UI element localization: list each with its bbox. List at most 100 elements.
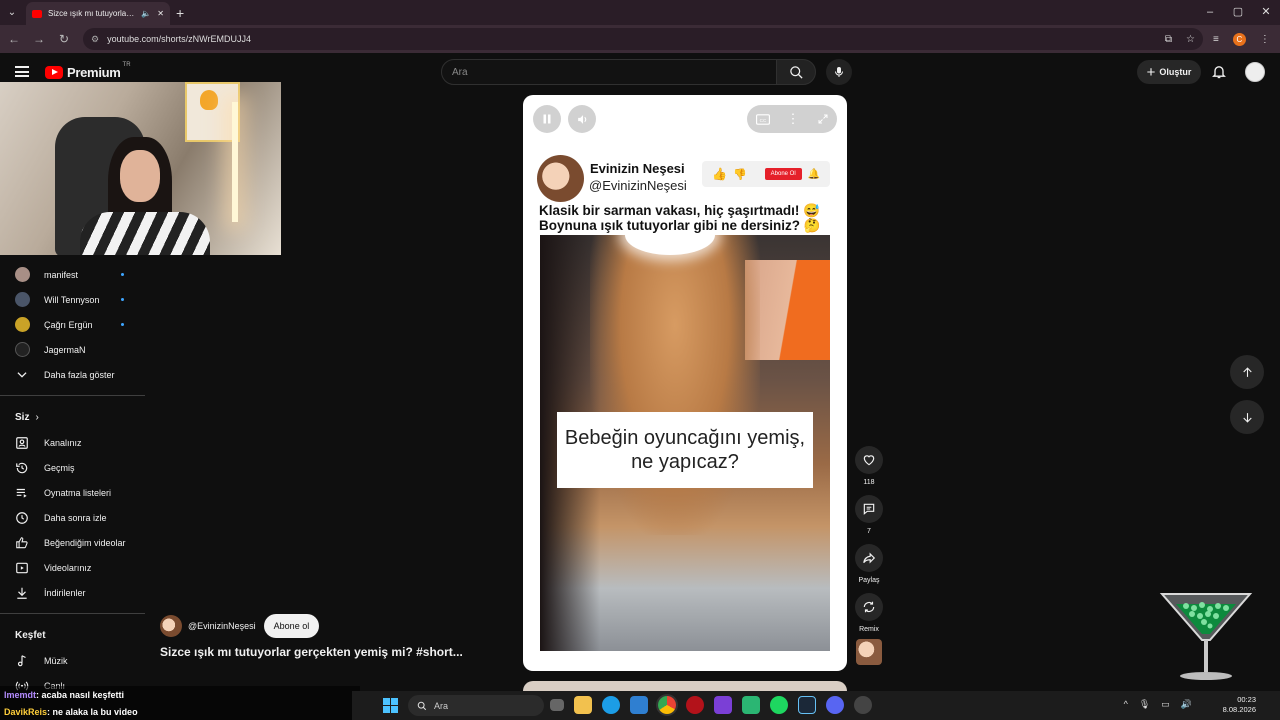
- maximize-button[interactable]: ▢: [1224, 0, 1252, 25]
- subscribe-button[interactable]: Abone ol: [263, 614, 320, 638]
- previous-short-button[interactable]: [1230, 355, 1264, 389]
- chat-text: : ne alaka la bu video: [47, 706, 138, 717]
- clock-time: 00:23: [1237, 695, 1256, 704]
- file-explorer-icon[interactable]: [574, 696, 592, 714]
- sidebar-item-label: Kanalınız: [44, 437, 82, 448]
- volume-button[interactable]: [568, 105, 596, 133]
- forward-button[interactable]: →: [28, 32, 50, 46]
- volume-tray-icon[interactable]: 🔊: [1181, 699, 1192, 710]
- new-tab-button[interactable]: +: [176, 5, 184, 21]
- remix-action[interactable]: Remix: [855, 593, 883, 633]
- search-button[interactable]: [776, 59, 816, 85]
- next-short-preview[interactable]: [523, 681, 847, 691]
- steam-icon[interactable]: [798, 696, 816, 714]
- edge-icon[interactable]: [602, 696, 620, 714]
- section-heading: Keşfet: [15, 629, 46, 641]
- tray-expand-icon[interactable]: ^: [1124, 699, 1128, 710]
- video-editor-icon[interactable]: [714, 696, 732, 714]
- like-button[interactable]: [855, 446, 883, 474]
- speaker-icon[interactable]: 🔈: [141, 9, 151, 18]
- sidebar-item-your-channel[interactable]: Kanalınız: [0, 430, 145, 455]
- menu-icon[interactable]: [15, 66, 29, 77]
- record-app-icon[interactable]: [686, 696, 704, 714]
- chrome-icon[interactable]: [658, 696, 676, 714]
- cast-icon[interactable]: ⧉: [1165, 34, 1172, 45]
- tab-close-icon[interactable]: ✕: [157, 9, 164, 18]
- downloads-icon: [0, 586, 44, 600]
- minimize-button[interactable]: –: [1196, 0, 1224, 25]
- sidebar-item-playlists[interactable]: Oynatma listeleri: [0, 480, 145, 505]
- comments-button[interactable]: [855, 495, 883, 523]
- sound-thumbnail[interactable]: [856, 639, 882, 665]
- like-count: 118: [863, 479, 875, 486]
- sidebar-item-liked-videos[interactable]: Beğendiğim videolar: [0, 530, 145, 555]
- short-title[interactable]: Sizce ışık mı tutuyorlar gerçekten yemiş…: [160, 645, 463, 659]
- sidebar-divider: [0, 613, 145, 614]
- account-avatar[interactable]: [1245, 62, 1265, 82]
- play-store-icon[interactable]: [742, 696, 760, 714]
- voice-search-button[interactable]: [826, 59, 852, 85]
- sidebar-item-music[interactable]: Müzik: [0, 648, 145, 673]
- share-action[interactable]: Paylaş: [855, 544, 883, 584]
- discord-icon[interactable]: [826, 696, 844, 714]
- spotify-icon[interactable]: [770, 696, 788, 714]
- next-short-button[interactable]: [1230, 400, 1264, 434]
- url-field[interactable]: ⚙ youtube.com/shorts/zNWrEMDUJJ4 ⧉ ☆: [83, 28, 1203, 50]
- extensions-icon[interactable]: ≡: [1213, 34, 1219, 45]
- sidebar-item-downloads[interactable]: İndirilenler: [0, 580, 145, 605]
- windows-start-icon[interactable]: [383, 698, 398, 713]
- search-input[interactable]: Ara: [441, 59, 777, 85]
- browser-tab[interactable]: Sizce ışık mı tutuyorlar gerç... 🔈 ✕: [26, 2, 170, 25]
- cocktail-glass-widget: [1159, 593, 1253, 680]
- site-info-icon[interactable]: ⚙: [91, 34, 99, 45]
- browser-menu-icon[interactable]: ⋮: [1260, 34, 1270, 45]
- pause-icon: [543, 114, 551, 124]
- remix-button[interactable]: [855, 593, 883, 621]
- notifications-bell-icon[interactable]: [1211, 63, 1227, 80]
- pause-button[interactable]: [533, 105, 561, 133]
- taskbar-search[interactable]: Ara: [408, 695, 544, 716]
- streaming-app-icon[interactable]: [854, 696, 872, 714]
- sidebar-item-subscription[interactable]: JagermaN: [0, 337, 145, 362]
- logo-country-badge: TR: [122, 61, 131, 68]
- shorts-player[interactable]: CC ⋮ Evinizin Neşesi @EvinizinNeşesi 👍 👎…: [523, 95, 847, 671]
- sidebar-item-subscription[interactable]: Will Tennyson: [0, 287, 145, 312]
- video-frame: Bebeğin oyuncağını yemiş, ne yapıcaz?: [540, 235, 830, 651]
- sidebar-item-history[interactable]: Geçmiş: [0, 455, 145, 480]
- network-icon[interactable]: ▭: [1161, 699, 1170, 710]
- sidebar-item-label: Beğendiğim videolar: [44, 537, 126, 548]
- channel-avatar[interactable]: [160, 615, 182, 637]
- remix-icon: [863, 601, 875, 613]
- task-view-icon[interactable]: [550, 699, 564, 711]
- like-action[interactable]: 118: [855, 446, 883, 486]
- playlists-icon: [0, 486, 44, 500]
- mic-tray-icon[interactable]: 🎙: [1139, 699, 1150, 710]
- captions-icon[interactable]: CC: [755, 113, 770, 125]
- sidebar-item-your-videos[interactable]: Videolarınız: [0, 555, 145, 580]
- sidebar-item-subscription[interactable]: manifest: [0, 262, 145, 287]
- fullscreen-icon[interactable]: [817, 113, 829, 125]
- close-window-button[interactable]: ✕: [1252, 0, 1280, 25]
- create-label: Oluştur: [1159, 67, 1192, 77]
- reload-button[interactable]: ↻: [53, 32, 75, 46]
- more-options-icon[interactable]: ⋮: [787, 111, 800, 127]
- sidebar-item-subscription[interactable]: Çağrı Ergün: [0, 312, 145, 337]
- sidebar-section-you[interactable]: Siz ›: [0, 404, 145, 430]
- taskbar-clock[interactable]: 00:23 8.08.2026: [1223, 695, 1256, 715]
- windows-taskbar: Ara ^ 🎙 ▭ 🔊 00:23 8.08.2026: [352, 691, 1280, 720]
- mail-icon[interactable]: [630, 696, 648, 714]
- comments-action[interactable]: 7: [855, 495, 883, 535]
- webcam-overlay: [0, 82, 281, 255]
- youtube-logo[interactable]: Premium TR: [45, 61, 133, 80]
- create-button[interactable]: + Oluştur: [1137, 60, 1201, 84]
- tab-search-icon[interactable]: ⌄: [0, 0, 24, 25]
- chat-username: DavikReis: [4, 706, 48, 717]
- sidebar-show-more[interactable]: Daha fazla göster: [0, 362, 145, 387]
- profile-extension-icon[interactable]: C: [1232, 32, 1246, 46]
- channel-handle[interactable]: @EvinizinNeşesi: [188, 621, 256, 631]
- share-button[interactable]: [855, 544, 883, 572]
- sidebar-item-watch-later[interactable]: Daha sonra izle: [0, 505, 145, 530]
- back-button[interactable]: ←: [3, 32, 25, 46]
- share-icon: [863, 552, 876, 564]
- bookmark-star-icon[interactable]: ☆: [1186, 34, 1195, 45]
